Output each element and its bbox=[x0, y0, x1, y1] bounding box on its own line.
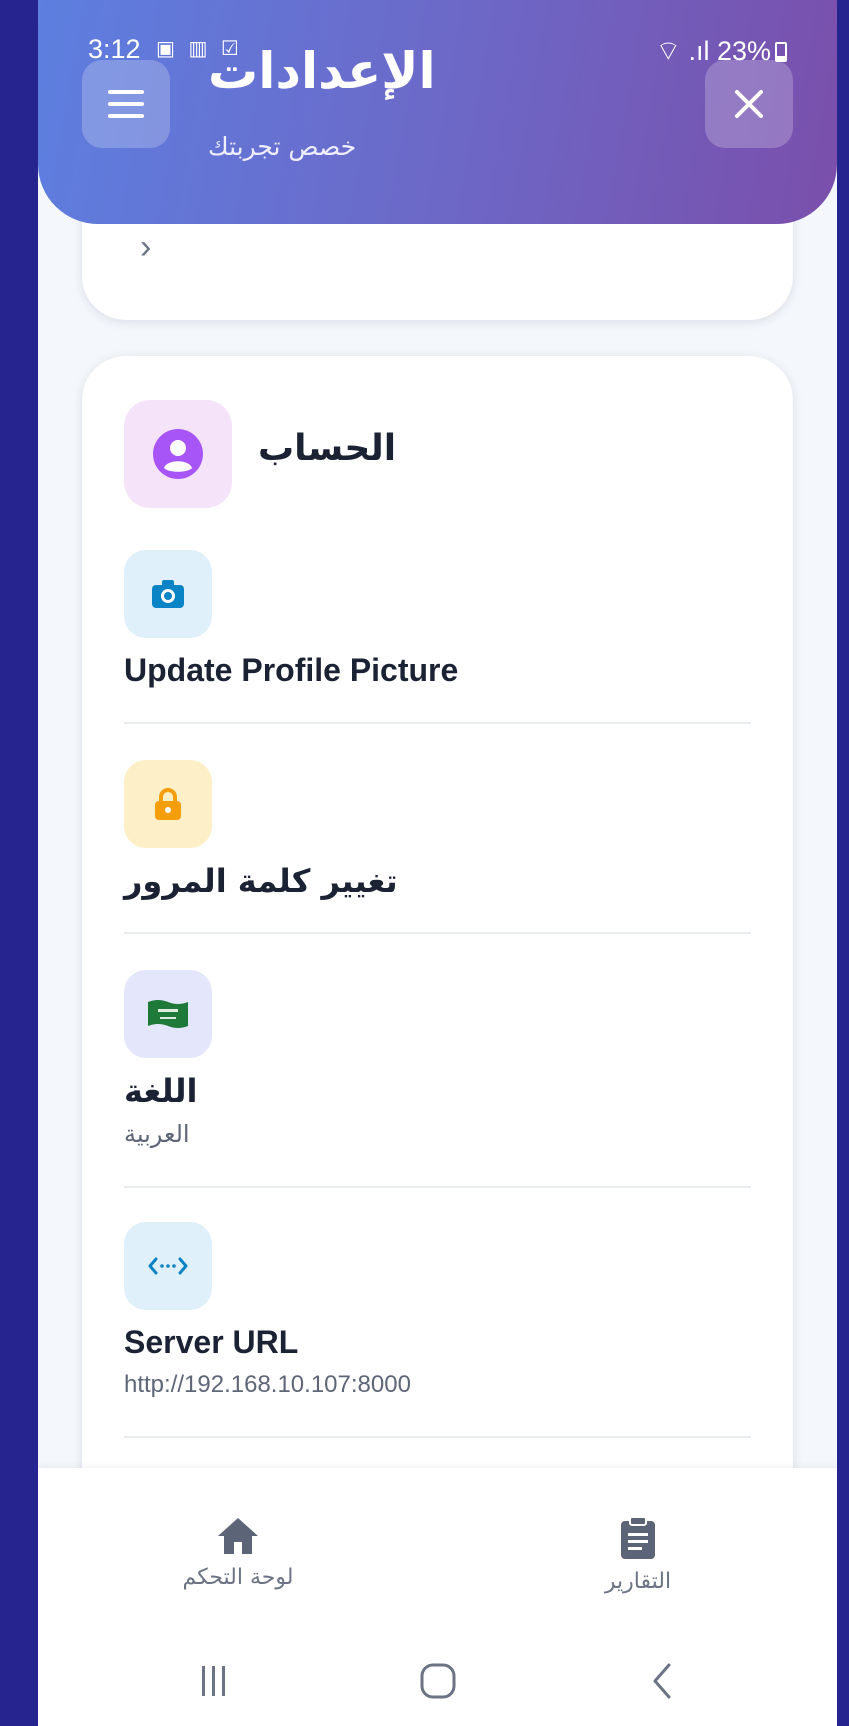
row-title: Update Profile Picture bbox=[124, 652, 459, 688]
page-title: الإعدادات bbox=[208, 42, 436, 100]
row-title: اللغة bbox=[124, 1072, 198, 1110]
hamburger-icon bbox=[108, 90, 144, 118]
app-screen: 3:12 ▣ ▥ ☑ ⌔ .ıl 23% الإعدادات خصص تجربت… bbox=[38, 0, 837, 1726]
change-password-row[interactable]: تغيير كلمة المرور bbox=[124, 760, 751, 900]
back-button[interactable] bbox=[622, 1646, 702, 1716]
account-section-icon bbox=[124, 400, 232, 508]
wifi-signal-icon: ⌔ .ıl bbox=[655, 36, 717, 66]
code-icon-box bbox=[124, 1222, 212, 1310]
nav-dashboard[interactable]: لوحة التحكم bbox=[138, 1516, 338, 1590]
saudi-flag-icon bbox=[148, 1000, 188, 1028]
lock-icon-box bbox=[124, 760, 212, 848]
home-circle-icon bbox=[420, 1663, 456, 1699]
clipboard-icon bbox=[621, 1516, 655, 1559]
home-button[interactable] bbox=[398, 1646, 478, 1716]
divider bbox=[124, 932, 751, 934]
row-title: Server URL bbox=[124, 1324, 299, 1360]
bottom-navigation: لوحة التحكم التقارير bbox=[38, 1468, 837, 1726]
divider bbox=[124, 722, 751, 724]
server-url-row[interactable]: Server URL http://192.168.10.107:8000 bbox=[124, 1222, 751, 1399]
camera-icon-box bbox=[124, 550, 212, 638]
user-circle-icon bbox=[153, 429, 203, 479]
camera-icon bbox=[152, 580, 184, 608]
divider bbox=[124, 1436, 751, 1438]
divider bbox=[124, 1186, 751, 1188]
close-button[interactable] bbox=[705, 60, 793, 148]
recent-apps-icon bbox=[202, 1666, 225, 1696]
settings-header: 3:12 ▣ ▥ ☑ ⌔ .ıl 23% الإعدادات خصص تجربت… bbox=[38, 0, 837, 224]
recent-apps-button[interactable] bbox=[174, 1646, 254, 1716]
section-title: الحساب bbox=[258, 428, 397, 469]
row-title: تغيير كلمة المرور bbox=[124, 862, 398, 900]
nav-reports[interactable]: التقارير bbox=[538, 1516, 738, 1594]
page-subtitle: خصص تجربتك bbox=[208, 132, 357, 161]
home-icon bbox=[218, 1518, 258, 1554]
chevron-right-icon: › bbox=[140, 228, 152, 266]
nav-reports-label: التقارير bbox=[604, 1569, 672, 1594]
back-arrow-icon bbox=[653, 1663, 671, 1699]
close-icon bbox=[735, 90, 763, 118]
language-row[interactable]: اللغة العربية bbox=[124, 970, 751, 1148]
battery-icon bbox=[775, 42, 787, 62]
system-navigation-bar bbox=[38, 1646, 837, 1716]
account-card: الحساب Update Profile Picture تغيير كلمة… bbox=[82, 356, 793, 1556]
lock-icon bbox=[155, 788, 181, 820]
nav-dashboard-label: لوحة التحكم bbox=[182, 1565, 294, 1590]
menu-button[interactable] bbox=[82, 60, 170, 148]
row-subtitle: http://192.168.10.107:8000 bbox=[124, 1371, 411, 1398]
row-subtitle: العربية bbox=[124, 1120, 190, 1148]
update-profile-picture-row[interactable]: Update Profile Picture bbox=[124, 550, 751, 689]
flag-icon-box bbox=[124, 970, 212, 1058]
code-brackets-icon bbox=[148, 1257, 188, 1275]
